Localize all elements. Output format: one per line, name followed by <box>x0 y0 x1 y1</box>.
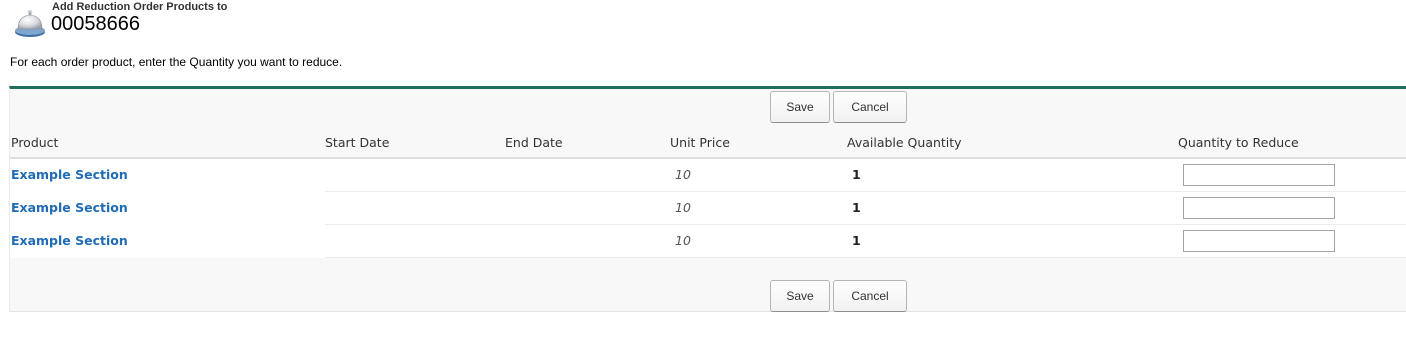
reduction-products-block: Save Cancel Product Start Date End Date … <box>9 86 1406 312</box>
save-button-bottom[interactable]: Save <box>770 280 830 312</box>
column-header-start-date: Start Date <box>325 135 390 150</box>
unit-price: 10 <box>675 200 691 215</box>
table-header: Product Start Date End Date Unit Price A… <box>10 127 1406 159</box>
product-link[interactable]: Example Section <box>11 200 128 215</box>
quantity-to-reduce-input[interactable] <box>1183 230 1335 252</box>
unit-price: 10 <box>675 233 691 248</box>
column-header-product: Product <box>11 135 59 150</box>
unit-price: 10 <box>675 167 691 182</box>
available-quantity: 1 <box>852 167 861 182</box>
table-row: Example Section 10 1 <box>10 159 1406 192</box>
page-header: Add Reduction Order Products to 00058666 <box>14 0 614 40</box>
available-quantity: 1 <box>852 200 861 215</box>
page-title: 00058666 <box>51 13 140 35</box>
quantity-to-reduce-input[interactable] <box>1183 164 1335 186</box>
available-quantity: 1 <box>852 233 861 248</box>
column-header-available-quantity: Available Quantity <box>847 135 962 150</box>
cancel-button-top[interactable]: Cancel <box>833 91 907 123</box>
instructions-text: For each order product, enter the Quanti… <box>10 55 343 69</box>
order-bell-icon <box>15 10 45 37</box>
product-link[interactable]: Example Section <box>11 233 128 248</box>
column-header-quantity-to-reduce: Quantity to Reduce <box>1178 135 1299 150</box>
column-header-end-date: End Date <box>505 135 563 150</box>
bottom-button-bar: Save Cancel <box>10 280 1406 312</box>
column-header-unit-price: Unit Price <box>670 135 730 150</box>
save-button-top[interactable]: Save <box>770 91 830 123</box>
table-row: Example Section 10 1 <box>10 225 1406 258</box>
product-link[interactable]: Example Section <box>11 167 128 182</box>
top-button-bar: Save Cancel <box>10 91 1406 123</box>
cancel-button-bottom[interactable]: Cancel <box>833 280 907 312</box>
quantity-to-reduce-input[interactable] <box>1183 197 1335 219</box>
table-row: Example Section 10 1 <box>10 192 1406 225</box>
page: Add Reduction Order Products to 00058666… <box>0 0 1406 359</box>
page-subtitle: Add Reduction Order Products to <box>52 1 228 13</box>
products-table: Product Start Date End Date Unit Price A… <box>10 127 1406 258</box>
